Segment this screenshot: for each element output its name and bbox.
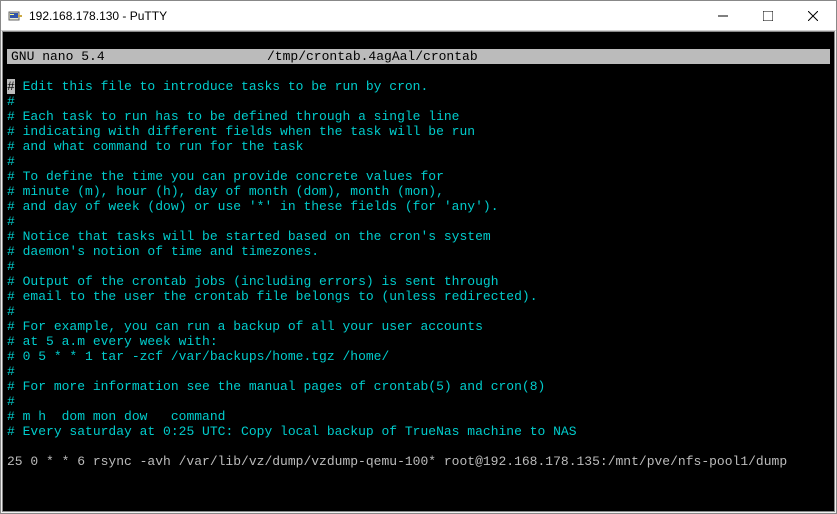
command-line: 25 0 * * 6 rsync -avh /var/lib/vz/dump/v… (7, 454, 830, 469)
line-text: Edit this file to introduce tasks to be … (15, 79, 428, 94)
line-text: and day of week (dow) or use '*' in thes… (15, 199, 499, 214)
file-line: # For example, you can run a backup of a… (7, 319, 830, 334)
line-text: minute (m), hour (h), day of month (dom)… (15, 184, 444, 199)
comment-hash: # (7, 199, 15, 214)
file-line: # (7, 304, 830, 319)
comment-hash: # (7, 289, 15, 304)
close-button[interactable] (790, 1, 836, 30)
window-title-bar[interactable]: 192.168.178.130 - PuTTY (1, 1, 836, 31)
comment-hash: # (7, 334, 15, 349)
comment-hash: # (7, 364, 15, 379)
comment-hash: # (7, 259, 15, 274)
maximize-button[interactable] (745, 1, 790, 30)
file-line: # daemon's notion of time and timezones. (7, 244, 830, 259)
comment-hash: # (7, 184, 15, 199)
file-line: # m h dom mon dow command (7, 409, 830, 424)
line-text: and what command to run for the task (15, 139, 304, 154)
line-text: Notice that tasks will be started based … (15, 229, 491, 244)
comment-hash: # (7, 169, 15, 184)
comment-hash: # (7, 79, 15, 94)
comment-hash: # (7, 154, 15, 169)
line-text: 0 5 * * 1 tar -zcf /var/backups/home.tgz… (15, 349, 389, 364)
line-text: Every saturday at 0:25 UTC: Copy local b… (15, 424, 577, 439)
putty-icon (7, 8, 23, 24)
file-line: # 0 5 * * 1 tar -zcf /var/backups/home.t… (7, 349, 830, 364)
file-line: # Each task to run has to be defined thr… (7, 109, 830, 124)
comment-hash: # (7, 274, 15, 289)
comment-hash: # (7, 319, 15, 334)
window-controls (700, 1, 836, 30)
comment-hash: # (7, 94, 15, 109)
comment-hash: # (7, 304, 15, 319)
comment-hash: # (7, 409, 15, 424)
file-line: # and day of week (dow) or use '*' in th… (7, 199, 830, 214)
line-text: indicating with different fields when th… (15, 124, 475, 139)
line-text: To define the time you can provide concr… (15, 169, 444, 184)
comment-hash: # (7, 349, 15, 364)
terminal-area[interactable]: GNU nano 5.4/tmp/crontab.4agAal/crontab … (2, 31, 835, 512)
file-line: # (7, 394, 830, 409)
line-text: For example, you can run a backup of all… (15, 319, 483, 334)
nano-header: GNU nano 5.4/tmp/crontab.4agAal/crontab (7, 49, 830, 64)
comment-hash: # (7, 394, 15, 409)
file-line: # Output of the crontab jobs (including … (7, 274, 830, 289)
file-line: # minute (m), hour (h), day of month (do… (7, 184, 830, 199)
comment-hash: # (7, 379, 15, 394)
file-line: # (7, 214, 830, 229)
line-text: For more information see the manual page… (15, 379, 546, 394)
file-line: # Edit this file to introduce tasks to b… (7, 79, 830, 94)
comment-hash: # (7, 109, 15, 124)
comment-hash: # (7, 229, 15, 244)
comment-hash: # (7, 214, 15, 229)
line-text: Each task to run has to be defined throu… (15, 109, 460, 124)
blank-line (7, 484, 830, 499)
line-text: at 5 a.m every week with: (15, 334, 218, 349)
file-line: # To define the time you can provide con… (7, 169, 830, 184)
file-line: # Every saturday at 0:25 UTC: Copy local… (7, 424, 830, 439)
line-text: m h dom mon dow command (15, 409, 226, 424)
minimize-button[interactable] (700, 1, 745, 30)
nano-app-name: GNU nano 5.4 (7, 49, 267, 64)
file-line: # (7, 364, 830, 379)
file-line: # (7, 154, 830, 169)
file-line: # (7, 259, 830, 274)
comment-hash: # (7, 139, 15, 154)
file-line: # and what command to run for the task (7, 139, 830, 154)
line-text: daemon's notion of time and timezones. (15, 244, 319, 259)
file-line: # at 5 a.m every week with: (7, 334, 830, 349)
file-line: # Notice that tasks will be started base… (7, 229, 830, 244)
comment-hash: # (7, 424, 15, 439)
comment-hash: # (7, 124, 15, 139)
file-line: # email to the user the crontab file bel… (7, 289, 830, 304)
file-line: # (7, 94, 830, 109)
nano-file-path: /tmp/crontab.4agAal/crontab (267, 49, 830, 64)
line-text: Output of the crontab jobs (including er… (15, 274, 499, 289)
file-line: # indicating with different fields when … (7, 124, 830, 139)
comment-hash: # (7, 244, 15, 259)
line-text: email to the user the crontab file belon… (15, 289, 538, 304)
file-line: # For more information see the manual pa… (7, 379, 830, 394)
window-title: 192.168.178.130 - PuTTY (29, 9, 700, 23)
file-content: # Edit this file to introduce tasks to b… (7, 79, 830, 439)
